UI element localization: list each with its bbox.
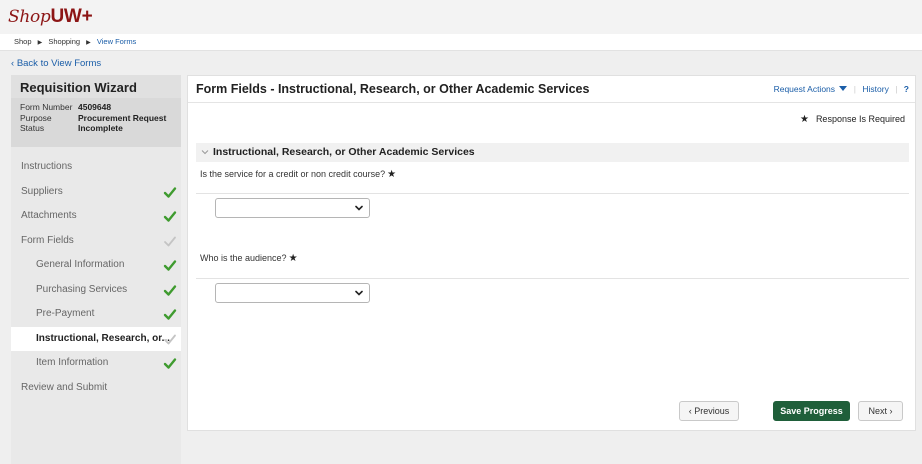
audience-select[interactable]: [215, 283, 370, 303]
question-credit-course: Is the service for a credit or non credi…: [200, 169, 396, 180]
required-legend: ★ Response Is Required: [800, 114, 905, 125]
meta-key: Form Number: [20, 102, 73, 112]
form-fields-panel: Form Fields - Instructional, Research, o…: [187, 75, 916, 431]
back-to-view-forms-link[interactable]: ‹ Back to View Forms: [11, 58, 101, 69]
nav-item-suppliers[interactable]: Suppliers: [11, 180, 181, 205]
nav-item-label: Instructional, Research, or...: [36, 332, 170, 344]
previous-label: Previous: [694, 406, 730, 416]
chevron-left-icon: ‹: [11, 58, 15, 69]
back-link-label: Back to View Forms: [16, 58, 102, 69]
next-button[interactable]: Next ›: [858, 401, 903, 421]
checkmark-icon: [163, 260, 177, 271]
meta-purpose: Purpose Procurement Request: [20, 113, 181, 124]
meta-form-number: Form Number 4509648: [20, 102, 181, 113]
wizard-title: Requisition Wizard: [11, 75, 181, 98]
checkmark-pending-icon: [164, 334, 176, 344]
nav-item-general-information[interactable]: General Information: [11, 253, 181, 278]
nav-item-instructional-research[interactable]: Instructional, Research, or...: [11, 326, 181, 351]
breadcrumb-arrow-icon: ▶: [86, 40, 91, 46]
nav-item-label: Item Information: [36, 357, 109, 368]
chevron-left-icon: ‹: [688, 406, 692, 416]
next-label: Next: [868, 406, 887, 416]
divider: |: [895, 84, 898, 94]
request-actions-menu[interactable]: Request Actions: [774, 84, 848, 94]
section-header[interactable]: Instructional, Research, or Other Academ…: [196, 143, 909, 162]
nav-item-form-fields[interactable]: Form Fields: [11, 229, 181, 254]
question-label: Is the service for a credit or non credi…: [200, 169, 386, 179]
credit-course-select[interactable]: [215, 198, 370, 218]
divider: [196, 193, 909, 194]
breadcrumb-shopping[interactable]: Shopping: [48, 37, 80, 46]
nav-item-label: Instructions: [21, 161, 73, 172]
required-star-icon: ★: [799, 114, 809, 125]
nav-item-pre-payment[interactable]: Pre-Payment: [11, 302, 181, 327]
breadcrumb-shop[interactable]: Shop: [14, 37, 32, 46]
form-meta: Form Number 4509648 Purpose Procurement …: [11, 98, 181, 147]
chevron-right-icon: ›: [889, 406, 893, 416]
top-bar: ShopUW+: [0, 0, 922, 34]
header-actions: Request Actions | History | ?: [774, 84, 909, 94]
meta-key: Status: [20, 123, 45, 133]
wizard-nav: Instructions Suppliers Attachments Form …: [11, 155, 181, 400]
breadcrumb: Shop ▶ Shopping ▶ View Forms: [14, 37, 136, 46]
nav-item-item-information[interactable]: Item Information: [11, 351, 181, 376]
checkmark-icon: [163, 186, 177, 198]
nav-item-label: Pre-Payment: [36, 308, 95, 319]
divider: |: [853, 84, 856, 94]
meta-value: Incomplete: [78, 123, 123, 133]
nav-item-instructions[interactable]: Instructions: [11, 155, 181, 180]
nav-item-label: General Information: [36, 259, 125, 270]
shopuw-logo[interactable]: ShopUW+: [8, 6, 93, 28]
checkmark-pending-icon: [164, 236, 176, 246]
required-star-icon: ★: [387, 169, 397, 180]
logo-plus-text: +: [81, 6, 93, 27]
nav-item-label: Attachments: [21, 210, 77, 221]
chevron-down-icon: [355, 205, 363, 211]
meta-value: 4509648: [78, 102, 112, 112]
required-star-icon: ★: [288, 253, 298, 264]
caret-down-icon: [839, 86, 848, 91]
breadcrumb-view-forms[interactable]: View Forms: [97, 37, 136, 46]
previous-button[interactable]: ‹ Previous: [679, 401, 739, 421]
nav-item-attachments[interactable]: Attachments: [11, 204, 181, 229]
logo-uw-text: UW: [50, 6, 82, 27]
page-title: Form Fields - Instructional, Research, o…: [196, 82, 590, 96]
question-label: Who is the audience?: [200, 253, 287, 263]
checkmark-icon: [163, 309, 177, 320]
nav-item-label: Review and Submit: [21, 381, 108, 393]
meta-status: Status Incomplete: [20, 123, 181, 134]
nav-item-label: Form Fields: [21, 234, 74, 246]
nav-item-review-and-submit[interactable]: Review and Submit: [11, 376, 181, 401]
required-legend-text: Response Is Required: [815, 114, 905, 124]
save-progress-button[interactable]: Save Progress: [773, 401, 850, 421]
history-link[interactable]: History: [862, 84, 888, 94]
chevron-down-icon: [355, 290, 363, 296]
nav-item-purchasing-services[interactable]: Purchasing Services: [11, 278, 181, 303]
chevron-down-icon: [201, 150, 209, 155]
question-audience: Who is the audience? ★: [200, 253, 298, 264]
requisition-wizard-panel: Requisition Wizard Form Number 4509648 P…: [11, 75, 181, 464]
section-title: Instructional, Research, or Other Academ…: [213, 146, 475, 158]
request-actions-label: Request Actions: [773, 84, 836, 94]
logo-shop-text: Shop: [8, 7, 51, 27]
nav-item-label: Purchasing Services: [36, 283, 128, 295]
help-link[interactable]: ?: [904, 84, 909, 94]
nav-item-label: Suppliers: [21, 185, 63, 197]
checkmark-icon: [163, 211, 177, 222]
panel-header: Form Fields - Instructional, Research, o…: [188, 76, 915, 103]
checkmark-icon: [163, 284, 177, 296]
divider: [196, 278, 909, 279]
meta-value: Procurement Request: [78, 112, 167, 123]
checkmark-icon: [163, 358, 177, 369]
meta-key: Purpose: [20, 112, 52, 123]
breadcrumb-bar: Shop ▶ Shopping ▶ View Forms: [0, 34, 922, 51]
breadcrumb-arrow-icon: ▶: [37, 40, 43, 46]
